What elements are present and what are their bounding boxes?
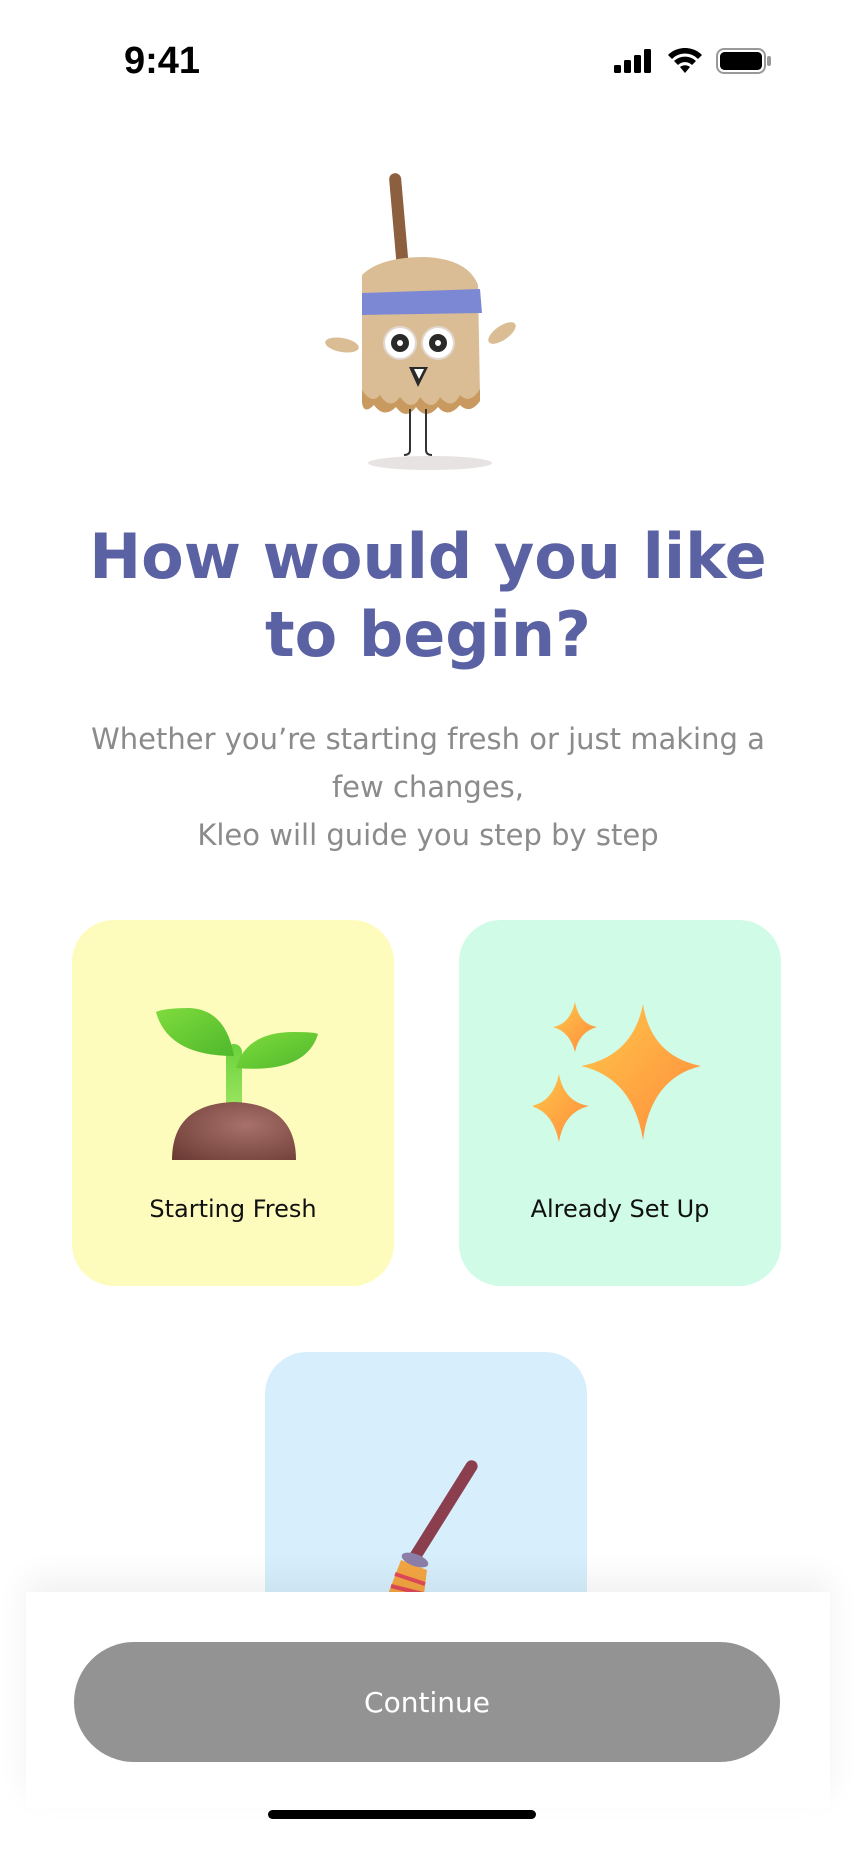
home-indicator	[268, 1810, 536, 1819]
battery-icon	[716, 48, 771, 74]
status-bar: 9:41	[0, 0, 856, 130]
page-title: How would you like to begin?	[89, 520, 767, 671]
broom-icon	[385, 1460, 478, 1602]
signal-icon	[614, 49, 651, 73]
wifi-icon	[668, 48, 702, 73]
option-label: Already Set Up	[530, 1195, 710, 1223]
option-already-set-up[interactable]: Already Set Up	[459, 920, 781, 1286]
status-icons	[614, 48, 772, 74]
sparkles-icon	[533, 1002, 701, 1142]
continue-button[interactable]: Continue	[74, 1642, 780, 1762]
subtitle-line: Kleo will guide you step by step	[197, 818, 659, 852]
broom-mascot-illustration	[325, 173, 516, 470]
option-starting-fresh[interactable]: Starting Fresh	[72, 920, 394, 1286]
page-subtitle: Whether you’re starting fresh or just ma…	[70, 715, 786, 859]
subtitle-line: Whether you’re starting fresh or just ma…	[91, 722, 765, 756]
sprout-icon	[156, 1008, 318, 1160]
subtitle-line: few changes,	[331, 770, 525, 804]
status-time: 9:41	[124, 40, 201, 82]
option-label: Starting Fresh	[149, 1195, 317, 1223]
